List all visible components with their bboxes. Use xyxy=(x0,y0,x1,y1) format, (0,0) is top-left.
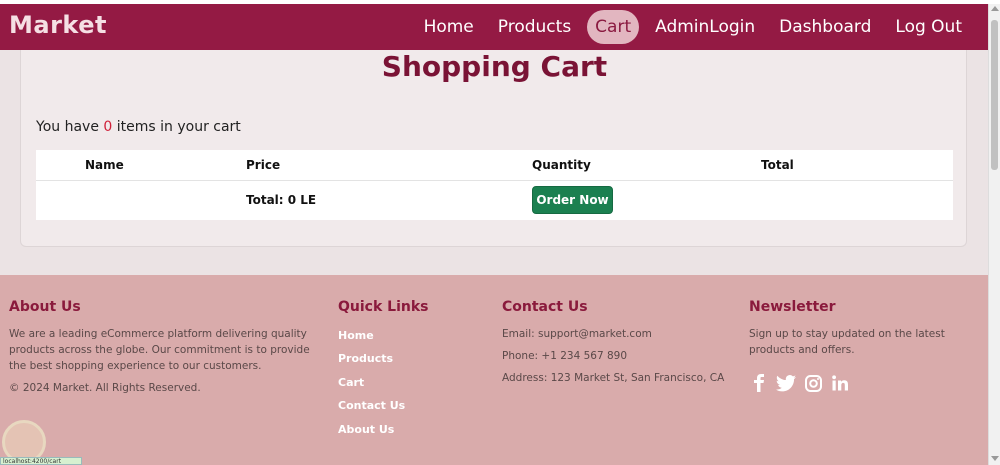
facebook-icon[interactable] xyxy=(749,373,769,393)
footer-link-contact-us[interactable]: Contact Us xyxy=(338,399,405,412)
page-scrollbar[interactable] xyxy=(988,4,1000,465)
scroll-thumb[interactable] xyxy=(991,20,998,170)
table-row-divider xyxy=(36,180,953,181)
twitter-icon[interactable] xyxy=(776,373,796,393)
cart-item-count: 0 xyxy=(103,119,113,135)
nav-cart[interactable]: Cart xyxy=(587,10,640,44)
footer-contact-title: Contact Us xyxy=(502,299,588,315)
column-header-total: Total xyxy=(761,158,794,172)
status-bar-url: localhost:4200/cart xyxy=(0,457,82,465)
cart-total: Total: 0 LE xyxy=(246,193,317,207)
cart-table: Name Price Quantity Total Total: 0 LE Or… xyxy=(36,150,953,220)
footer-quick-links-title: Quick Links xyxy=(338,299,429,315)
cart-card: Shopping Cart You have 0 items in your c… xyxy=(20,50,967,247)
brand-logo[interactable]: Market xyxy=(9,11,107,39)
footer-link-about-us[interactable]: About Us xyxy=(338,423,394,436)
footer-copyright: © 2024 Market. All Rights Reserved. xyxy=(9,382,201,394)
column-header-price: Price xyxy=(246,158,281,172)
footer-newsletter-title: Newsletter xyxy=(749,299,836,315)
scroll-up-arrow-icon[interactable] xyxy=(991,6,999,11)
footer-about-text: We are a leading eCommerce platform deli… xyxy=(9,328,310,372)
nav-menu: Home Products Cart AdminLogin Dashboard … xyxy=(408,10,970,44)
social-links xyxy=(749,373,857,393)
footer-newsletter-text: Sign up to stay updated on the latest pr… xyxy=(749,328,945,356)
footer-about-title: About Us xyxy=(9,299,81,315)
cart-summary-prefix: You have xyxy=(36,119,104,135)
footer-link-products[interactable]: Products xyxy=(338,352,393,365)
footer-link-home[interactable]: Home xyxy=(338,329,374,342)
column-header-quantity: Quantity xyxy=(532,158,591,172)
cart-summary-suffix: items in your cart xyxy=(112,119,241,135)
linkedin-icon[interactable] xyxy=(830,373,850,393)
footer: About Us We are a leading eCommerce plat… xyxy=(0,275,988,465)
order-now-button[interactable]: Order Now xyxy=(532,186,613,214)
footer-link-cart[interactable]: Cart xyxy=(338,376,364,389)
footer-contact-phone: Phone: +1 234 567 890 xyxy=(502,350,628,362)
nav-home[interactable]: Home xyxy=(416,10,482,44)
instagram-icon[interactable] xyxy=(803,373,823,393)
column-header-name: Name xyxy=(85,158,124,172)
scroll-down-arrow-icon[interactable] xyxy=(991,456,999,461)
navbar: Market Home Products Cart AdminLogin Das… xyxy=(0,4,988,50)
nav-admin-login[interactable]: AdminLogin xyxy=(647,10,763,44)
nav-log-out[interactable]: Log Out xyxy=(887,10,970,44)
cart-summary: You have 0 items in your cart xyxy=(36,119,241,135)
footer-contact-address: Address: 123 Market St, San Francisco, C… xyxy=(502,372,725,384)
page-title: Shopping Cart xyxy=(381,50,608,83)
nav-products[interactable]: Products xyxy=(490,10,579,44)
nav-dashboard[interactable]: Dashboard xyxy=(771,10,879,44)
footer-contact-email: Email: support@market.com xyxy=(502,328,652,340)
